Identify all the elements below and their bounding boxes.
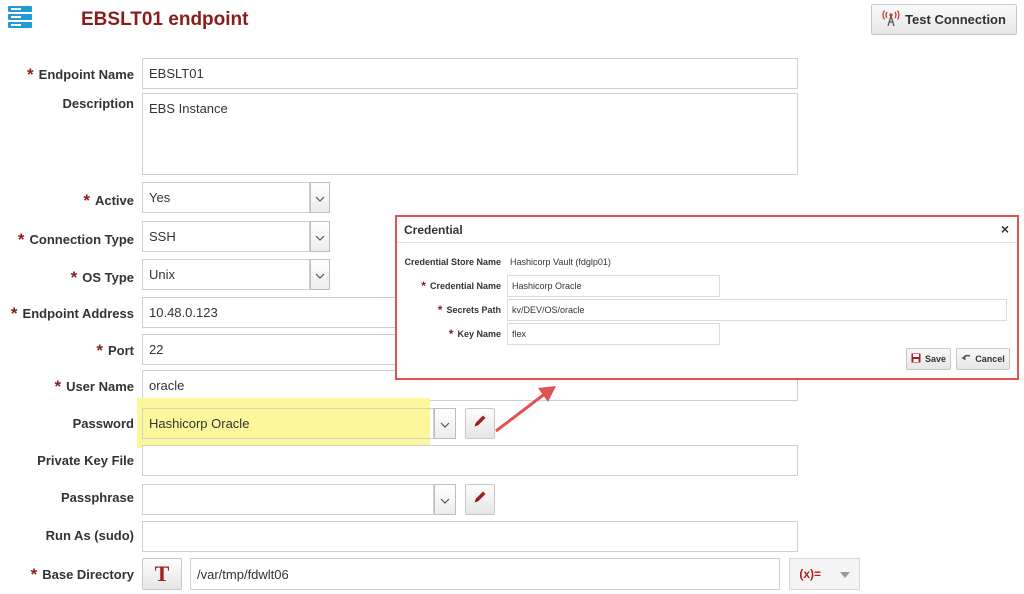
key-name-input[interactable]: flex [507, 323, 720, 345]
credential-dialog: Credential × Credential Store Name Hashi… [395, 215, 1019, 380]
secrets-path-input[interactable]: kv/DEV/OS/oracle [507, 299, 1007, 321]
connection-type-select[interactable]: SSH [142, 221, 310, 252]
run-as-label: Run As (sudo) [45, 528, 134, 543]
antenna-icon [882, 10, 900, 29]
required-star: * [83, 191, 90, 210]
save-icon [911, 353, 921, 365]
chevron-down-icon [440, 415, 450, 433]
password-credential-select[interactable]: Hashicorp Oracle [142, 408, 434, 439]
run-as-input[interactable] [142, 521, 798, 552]
required-star: * [448, 327, 454, 341]
port-label: * Port [96, 341, 134, 360]
endpoint-name-label: * Endpoint Name [27, 65, 134, 84]
password-dropdown-toggle[interactable] [434, 408, 456, 439]
base-directory-label: * Base Directory [30, 565, 134, 584]
save-button[interactable]: Save [906, 348, 951, 370]
credential-store-name-value: Hashicorp Vault (fdglp01) [510, 257, 611, 267]
required-star: * [30, 565, 38, 584]
passphrase-label: Passphrase [61, 490, 134, 505]
active-label: * Active [83, 191, 134, 210]
chevron-down-icon [315, 228, 325, 246]
os-type-label: * OS Type [70, 268, 134, 287]
private-key-file-label: Private Key File [37, 453, 134, 468]
text-t-icon: T [154, 561, 170, 586]
chevron-down-icon [315, 266, 325, 284]
chevron-down-icon [839, 565, 850, 583]
active-select[interactable]: Yes [142, 182, 310, 213]
required-star: * [54, 377, 62, 396]
pencil-icon [472, 489, 488, 510]
variable-picker[interactable]: (x)= [789, 558, 860, 590]
cancel-label: Cancel [975, 354, 1005, 364]
dialog-header: Credential × [397, 217, 1017, 243]
endpoint-address-label: * Endpoint Address [10, 304, 134, 323]
key-name-label: * Key Name [448, 327, 501, 341]
active-dropdown-toggle[interactable] [310, 182, 330, 213]
passphrase-select[interactable] [142, 484, 434, 515]
page-title: EBSLT01 endpoint [81, 9, 249, 30]
credential-store-name-label: Credential Store Name [404, 257, 501, 267]
password-label: Password [72, 416, 134, 431]
connection-type-dropdown-toggle[interactable] [310, 221, 330, 252]
chevron-down-icon [315, 189, 325, 207]
test-connection-button[interactable]: Test Connection [871, 4, 1017, 35]
required-star: * [96, 341, 103, 360]
close-icon[interactable]: × [1001, 221, 1009, 237]
cancel-button[interactable]: Cancel [956, 348, 1010, 370]
description-textarea[interactable]: EBS Instance [142, 93, 798, 175]
pencil-icon [472, 413, 488, 434]
credential-name-input[interactable]: Hashicorp Oracle [507, 275, 720, 297]
text-mode-button[interactable]: T [142, 558, 182, 590]
passphrase-dropdown-toggle[interactable] [434, 484, 456, 515]
save-label: Save [924, 354, 947, 364]
description-label: Description [62, 96, 134, 111]
dialog-title: Credential [404, 223, 463, 237]
test-connection-label: Test Connection [905, 12, 1006, 27]
required-star: * [421, 279, 426, 293]
connection-type-label: * Connection Type [17, 230, 134, 249]
variable-label: (x)= [799, 567, 822, 581]
required-star: * [70, 268, 78, 287]
required-star: * [437, 303, 443, 317]
endpoint-name-input[interactable]: EBSLT01 [142, 58, 798, 89]
os-type-dropdown-toggle[interactable] [310, 259, 330, 290]
private-key-file-input[interactable] [142, 445, 798, 476]
required-star: * [27, 65, 34, 84]
server-stack-icon [8, 6, 32, 28]
chevron-down-icon [440, 491, 450, 509]
user-name-label: * User Name [54, 377, 134, 396]
os-type-select[interactable]: Unix [142, 259, 310, 290]
required-star: * [10, 304, 18, 323]
base-directory-input[interactable]: /var/tmp/fdwlt06 [190, 558, 780, 590]
credential-name-label: * Credential Name [421, 279, 501, 293]
edit-passphrase-button[interactable] [465, 484, 495, 515]
undo-icon [961, 353, 971, 365]
required-star: * [17, 230, 25, 249]
arrow-annotation [495, 386, 556, 433]
secrets-path-label: * Secrets Path [437, 303, 501, 317]
